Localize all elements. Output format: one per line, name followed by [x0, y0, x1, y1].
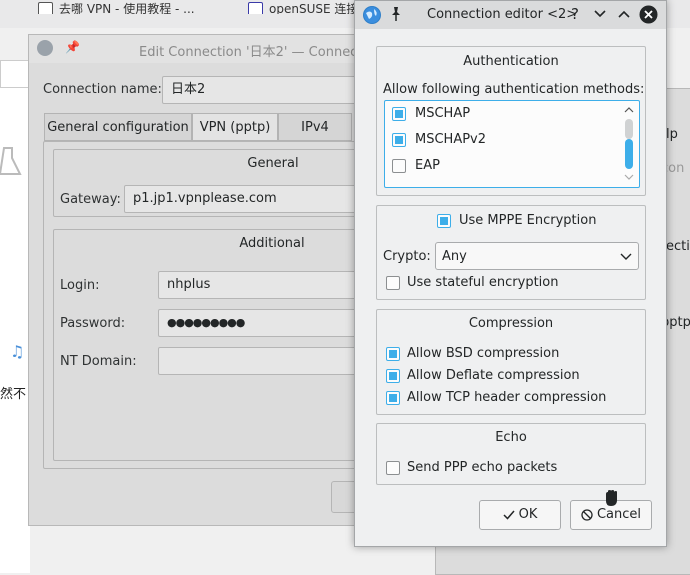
deflate-compression-checkbox[interactable] — [386, 369, 400, 383]
chevron-down-icon[interactable] — [624, 173, 634, 181]
bsd-compression-checkbox[interactable] — [386, 347, 400, 361]
list-item-label: EAP — [415, 158, 440, 173]
stateful-checkbox[interactable] — [386, 276, 400, 290]
pin-icon[interactable] — [389, 6, 403, 26]
password-field[interactable]: ●●●●●●●●● — [158, 309, 368, 337]
ok-button-label: OK — [518, 507, 538, 522]
flask-icon — [0, 140, 24, 180]
auth-methods-label: Allow following authentication methods: — [383, 82, 645, 97]
maximize-button[interactable] — [617, 7, 631, 25]
nt-domain-field[interactable] — [158, 347, 368, 375]
echo-checkbox[interactable] — [386, 461, 400, 475]
dialog-text-fragment: lp — [666, 127, 678, 142]
browser-tab-title: openSUSE 连接... — [269, 2, 354, 14]
window-title: Connection editor <2> — [427, 7, 578, 22]
close-button[interactable] — [639, 5, 658, 28]
page-icon — [248, 2, 263, 14]
crypto-select[interactable]: Any — [435, 242, 639, 270]
mppe-checkbox[interactable] — [437, 214, 451, 228]
page-text: 然不 — [0, 387, 27, 402]
list-item[interactable]: EAP — [385, 153, 617, 179]
scrollbar-thumb[interactable] — [625, 139, 633, 169]
connection-name-field[interactable]: 日本2 — [162, 76, 362, 104]
mppe-label: Use MPPE Encryption — [459, 213, 597, 228]
echo-group: Echo Send PPP echo packets — [376, 423, 646, 485]
login-label: Login: — [60, 278, 100, 293]
window-titlebar[interactable]: Connection editor <2> ? — [355, 1, 666, 29]
browser-tab[interactable]: 去哪 VPN - 使用教程 - ... — [38, 0, 234, 14]
ok-button[interactable]: OK — [479, 500, 561, 530]
gateway-label: Gateway: — [60, 192, 121, 207]
list-item-label: MSCHAPv2 — [415, 132, 487, 147]
window-title: Edit Connection '日本2' — Connection — [139, 45, 383, 60]
connection-editor-dialog: Connection editor <2> ? Authentication A… — [354, 0, 667, 547]
scrollbar-track — [625, 119, 633, 139]
echo-label: Send PPP echo packets — [407, 460, 558, 475]
list-item-label: MSCHAP — [415, 106, 471, 121]
dialog-text-fragment: ecti — [666, 239, 690, 254]
tcp-header-compression-checkbox[interactable] — [386, 391, 400, 405]
compression-group: Compression Allow BSD compression Allow … — [376, 309, 646, 415]
checkbox[interactable] — [392, 107, 406, 121]
help-button[interactable]: ? — [571, 5, 579, 23]
checkbox[interactable] — [392, 133, 406, 147]
nt-domain-label: NT Domain: — [60, 354, 137, 369]
stateful-label: Use stateful encryption — [407, 275, 559, 290]
auth-methods-list[interactable]: MSCHAP MSCHAPv2 EAP — [384, 100, 640, 188]
chevron-down-icon — [620, 253, 632, 260]
tcp-header-compression-label: Allow TCP header compression — [407, 390, 607, 405]
app-icon — [37, 40, 53, 56]
window-titlebar[interactable]: 📌 Edit Connection '日本2' — Connection — [29, 35, 382, 63]
tab-general-configuration[interactable]: General configuration — [44, 113, 192, 141]
list-item[interactable]: MSCHAP — [385, 101, 617, 127]
chevron-up-icon[interactable] — [624, 106, 634, 114]
browser-tab[interactable]: openSUSE 连接... — [248, 0, 354, 14]
mppe-group: Use MPPE Encryption Crypto: Any Use stat… — [376, 205, 646, 300]
cancel-icon — [581, 508, 593, 521]
browser-tab-title: 去哪 VPN - 使用教程 - ... — [59, 2, 195, 14]
tab-vpn-pptp[interactable]: VPN (pptp) — [192, 113, 278, 141]
list-scrollbar[interactable] — [621, 103, 637, 185]
general-group: General Gateway: p1.jp1.vpnplease.com — [53, 149, 364, 217]
gateway-field[interactable]: p1.jp1.vpnplease.com — [124, 185, 364, 213]
authentication-group: Authentication Allow following authentic… — [376, 46, 646, 196]
checkbox[interactable] — [392, 159, 406, 173]
group-title: Compression — [468, 316, 554, 331]
crypto-label: Crypto: — [383, 249, 431, 264]
page-icon — [38, 2, 53, 14]
connection-name-label: Connection name: — [43, 82, 162, 97]
network-globe-icon — [363, 6, 381, 24]
additional-group: Additional Login: nhplus Password: ●●●●●… — [53, 229, 368, 461]
hand-cursor-icon — [603, 489, 621, 511]
minimize-button[interactable] — [593, 7, 607, 25]
edit-connection-dialog: 📌 Edit Connection '日本2' — Connection Con… — [28, 34, 382, 526]
pin-icon[interactable]: 📌 — [65, 40, 80, 54]
bsd-compression-label: Allow BSD compression — [407, 346, 560, 361]
music-icon: ♫ — [10, 342, 25, 361]
tab-ipv4[interactable]: IPv4 — [278, 113, 352, 141]
group-title: Echo — [495, 430, 527, 445]
login-field[interactable]: nhplus — [158, 271, 368, 299]
deflate-compression-label: Allow Deflate compression — [407, 368, 580, 383]
password-label: Password: — [60, 316, 126, 331]
group-title: Authentication — [463, 54, 559, 69]
check-icon — [503, 510, 515, 520]
crypto-select-value: Any — [442, 249, 467, 264]
list-item[interactable]: MSCHAPv2 — [385, 127, 617, 153]
